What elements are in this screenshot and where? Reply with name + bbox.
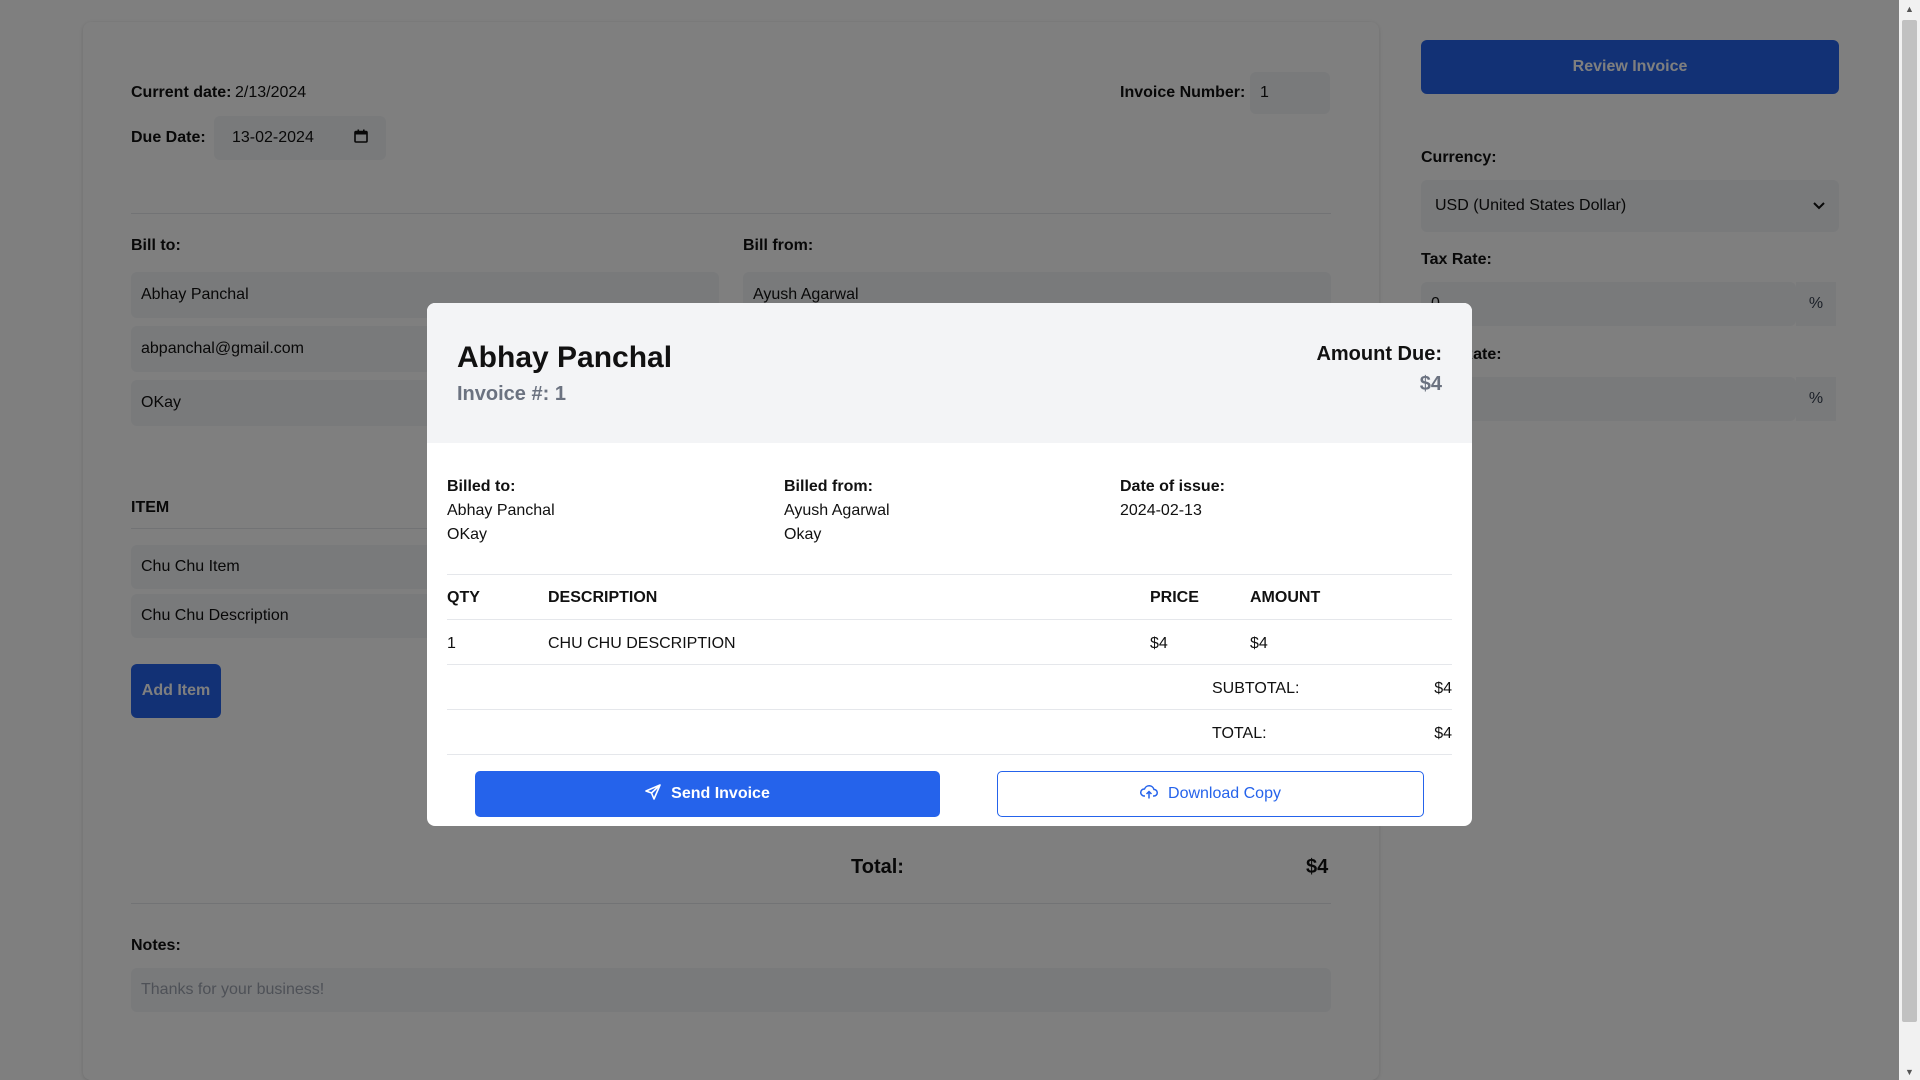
table-row-border	[447, 664, 1452, 665]
customer-name: Abhay Panchal	[457, 341, 673, 374]
modal-header: Abhay Panchal Invoice #: 1 Amount Due: $…	[427, 303, 1472, 443]
row-description: CHU CHU DESCRIPTION	[548, 635, 736, 652]
billed-from-section: Billed from: Ayush Agarwal Okay	[784, 475, 890, 547]
table-row-border	[447, 619, 1452, 620]
amount-due-label: Amount Due:	[1316, 343, 1442, 365]
download-copy-label: Download Copy	[1168, 785, 1281, 802]
paper-plane-icon	[645, 783, 661, 805]
row-qty: 1	[447, 635, 456, 652]
send-invoice-button[interactable]: Send Invoice	[475, 771, 940, 817]
vertical-scrollbar[interactable]: ▲ ▼	[1899, 0, 1920, 1080]
billed-from-label: Billed from:	[784, 478, 873, 495]
table-bottom-border	[447, 754, 1452, 755]
cloud-upload-icon	[1140, 784, 1158, 805]
billed-to-label: Billed to:	[447, 478, 516, 495]
scrollbar-thumb[interactable]	[1902, 20, 1917, 1022]
table-row-border	[447, 709, 1452, 710]
invoice-preview-modal: Abhay Panchal Invoice #: 1 Amount Due: $…	[427, 303, 1472, 826]
billed-from-name: Ayush Agarwal	[784, 502, 890, 519]
description-header: DESCRIPTION	[548, 589, 658, 606]
scroll-down-arrow-icon[interactable]: ▼	[1899, 1063, 1920, 1080]
date-of-issue-value: 2024-02-13	[1120, 502, 1202, 519]
amount-header: AMOUNT	[1250, 589, 1321, 606]
price-header: PRICE	[1150, 589, 1199, 606]
amount-due-value: $4	[1419, 373, 1442, 395]
subtotal-value: $4	[1434, 680, 1452, 697]
subtotal-label: SUBTOTAL:	[1212, 680, 1300, 697]
billed-to-name: Abhay Panchal	[447, 502, 555, 519]
row-amount: $4	[1250, 635, 1268, 652]
qty-header: QTY	[447, 589, 480, 606]
date-of-issue-section: Date of issue: 2024-02-13	[1120, 475, 1225, 523]
billed-from-address: Okay	[784, 526, 822, 543]
table-top-border	[447, 574, 1452, 575]
billed-to-address: OKay	[447, 526, 488, 543]
modal-total-label: TOTAL:	[1212, 725, 1267, 742]
billed-to-section: Billed to: Abhay Panchal OKay	[447, 475, 555, 547]
download-copy-button[interactable]: Download Copy	[997, 771, 1424, 817]
row-price: $4	[1150, 635, 1168, 652]
modal-total-value: $4	[1434, 725, 1452, 742]
invoice-number: Invoice #: 1	[457, 383, 566, 405]
date-of-issue-label: Date of issue:	[1120, 478, 1225, 495]
scroll-up-arrow-icon[interactable]: ▲	[1899, 0, 1920, 17]
send-invoice-label: Send Invoice	[671, 785, 770, 802]
